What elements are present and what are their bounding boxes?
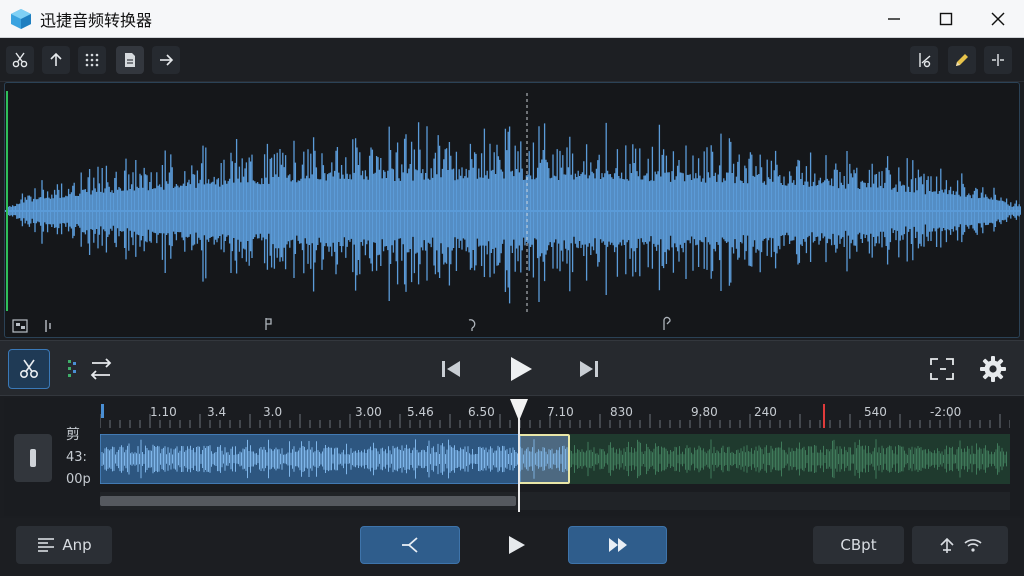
bottom-bar: Anp CBpt	[0, 518, 1024, 576]
marker-flag-3[interactable]	[657, 315, 675, 333]
ruler-tick-label: 540	[864, 405, 887, 419]
pencil-icon	[956, 54, 968, 66]
move-up-button[interactable]	[42, 46, 70, 74]
fast-forward-icon	[608, 538, 627, 552]
gear-icon	[980, 356, 1006, 382]
skip-forward-icon	[580, 361, 598, 377]
grid-button[interactable]	[78, 46, 106, 74]
marker-flag-1[interactable]	[259, 315, 277, 333]
playhead-line[interactable]	[518, 416, 520, 512]
waveform-panel[interactable]	[4, 82, 1021, 339]
arrow-right-icon	[160, 54, 174, 66]
minimize-icon	[888, 18, 900, 20]
skip-back-button[interactable]	[440, 358, 462, 380]
transport-bar	[0, 340, 1024, 396]
grid-dots-icon	[85, 53, 99, 67]
antenna-icon	[940, 537, 954, 553]
ruler-tick-label: 9.80	[691, 405, 718, 419]
ruler-tick-label: 3.0	[263, 405, 283, 419]
maximize-icon	[939, 12, 953, 26]
app-logo-icon	[11, 8, 31, 29]
crop-frame-icon	[930, 358, 954, 380]
track-label-time: 43:	[66, 450, 87, 465]
align-button[interactable]: Anp	[16, 526, 112, 564]
title-bar: 迅捷音频转换器	[0, 0, 1024, 38]
play-button[interactable]	[506, 355, 534, 383]
swap-tracks-button[interactable]	[64, 355, 114, 383]
align-button-label: Anp	[62, 536, 92, 554]
ruler-tick-label: 240	[754, 405, 777, 419]
cut-tool-button[interactable]	[6, 46, 34, 74]
track-label-pos: 00p	[66, 472, 91, 487]
ruler-tick-label: -2:00	[930, 405, 962, 419]
zoom-fit-button[interactable]	[11, 317, 29, 335]
split-button[interactable]	[984, 46, 1012, 74]
main-waveform[interactable]	[5, 83, 1021, 339]
channel-icon	[45, 320, 51, 332]
selection-region[interactable]	[518, 434, 570, 484]
track-label-cut: 剪	[66, 427, 80, 443]
marker-flag-icon	[265, 318, 272, 330]
marker-flag-2[interactable]	[463, 315, 481, 333]
output-button[interactable]: CBpt	[813, 526, 904, 564]
document-icon	[125, 53, 135, 67]
playhead-marker[interactable]	[509, 398, 529, 422]
preview-play-button[interactable]	[503, 532, 529, 558]
merge-button[interactable]	[360, 526, 460, 564]
forward-button[interactable]	[152, 46, 180, 74]
split-icon	[992, 54, 1004, 66]
close-icon	[991, 12, 1005, 26]
edit-toolbar	[0, 38, 1024, 82]
marker-flag-icon	[663, 316, 671, 330]
maximize-button[interactable]	[920, 0, 972, 38]
ruler-tick-label: 5.46	[407, 405, 434, 419]
skip-back-icon	[442, 361, 460, 377]
output-button-label: CBpt	[840, 536, 877, 554]
close-button[interactable]	[972, 0, 1024, 38]
ruler-tick-label: 3.4	[207, 405, 227, 419]
scissors-icon	[19, 359, 39, 379]
align-lines-icon	[38, 538, 55, 552]
settings-button[interactable]	[978, 354, 1008, 384]
pencil-button[interactable]	[948, 46, 976, 74]
zoom-fit-icon	[12, 319, 28, 333]
track-handle[interactable]	[14, 434, 52, 482]
ruler-tick-label: 830	[610, 405, 633, 419]
scrollbar-thumb[interactable]	[100, 496, 516, 506]
ruler-tick-label: 7.10	[547, 405, 574, 419]
arrow-up-icon	[50, 52, 62, 66]
wifi-icon	[964, 539, 982, 552]
marker-flag-icon	[468, 319, 476, 331]
window-title: 迅捷音频转换器	[40, 10, 153, 30]
swap-arrows-icon	[68, 358, 112, 380]
document-button[interactable]	[116, 46, 144, 74]
timeline-scrollbar[interactable]	[100, 492, 1010, 510]
scissors-icon	[12, 52, 28, 68]
audio-clip-track[interactable]	[100, 434, 1010, 484]
timeline-panel: 1.10 3.4 3.0 3.00 5.46 6.50 7.10 830 9.80 240 540 -…	[4, 398, 1020, 516]
skip-forward-button[interactable]	[578, 358, 600, 380]
ruler-tick-label: 1.10	[150, 405, 177, 419]
crop-button[interactable]	[928, 356, 956, 382]
fade-icon	[919, 53, 931, 68]
cut-mode-button[interactable]	[8, 349, 50, 389]
ruler-tick-label: 6.50	[468, 405, 495, 419]
play-icon	[511, 357, 532, 381]
merge-icon	[402, 537, 418, 553]
channel-toggle-button[interactable]	[39, 317, 57, 335]
fade-button[interactable]	[910, 46, 938, 74]
play-icon	[509, 536, 525, 554]
minimize-button[interactable]	[868, 0, 920, 38]
fast-forward-button[interactable]	[568, 526, 667, 564]
ruler-tick-label: 3.00	[355, 405, 382, 419]
connect-button[interactable]	[912, 526, 1008, 564]
